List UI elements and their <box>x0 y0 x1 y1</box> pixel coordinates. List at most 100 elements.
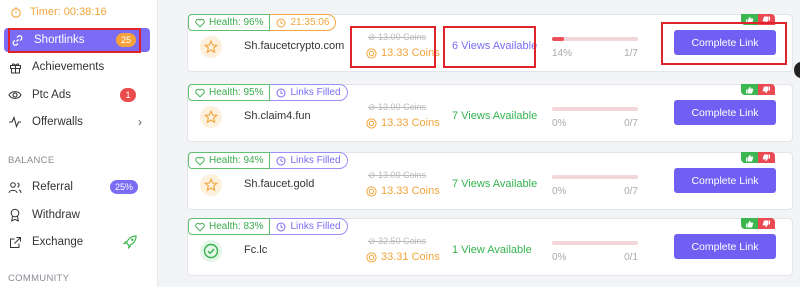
highlight-box-views <box>443 26 536 68</box>
status-tag: Links Filled <box>270 218 348 235</box>
chevron-right-icon: › <box>138 115 142 129</box>
progress-bar <box>552 107 638 111</box>
coins-old-label: 13.00 Coins <box>378 170 427 180</box>
users-icon <box>8 180 22 194</box>
star-icon <box>200 106 222 128</box>
sidebar-item-label: Offerwalls <box>32 116 83 128</box>
progress-fraction: 0/1 <box>624 252 638 263</box>
status-label: Links Filled <box>290 155 341 166</box>
stopwatch-icon <box>10 6 22 18</box>
complete-link-button[interactable]: Complete Link <box>674 168 776 193</box>
sidebar-item-exchange[interactable]: Exchange <box>0 230 158 254</box>
coins-new: 13.33 Coins <box>366 117 440 129</box>
referral-percent-badge: 25% <box>109 180 138 194</box>
activity-icon <box>8 115 22 129</box>
card-tags: Health: 94% Links Filled <box>188 152 348 169</box>
complete-link-button[interactable]: Complete Link <box>674 100 776 125</box>
shortlink-card: Health: 95% Links Filled Sh.claim4.fun ⊘ 13… <box>187 84 793 142</box>
thumbs-down-icon[interactable] <box>758 84 775 95</box>
status-tag: Links Filled <box>270 84 348 101</box>
balance-section-label: BALANCE <box>8 155 55 166</box>
coin-icon <box>366 251 377 263</box>
external-link-icon <box>8 235 22 249</box>
heart-icon <box>195 222 205 232</box>
heart-icon <box>195 156 205 166</box>
health-label: Health: 83% <box>209 221 264 232</box>
progress-fraction: 0/7 <box>624 118 638 129</box>
progress-bar <box>552 241 638 245</box>
health-tag: Health: 95% <box>188 84 271 101</box>
sidebar-item-offerwalls[interactable]: Offerwalls › <box>0 110 158 134</box>
health-label: Health: 95% <box>209 87 264 98</box>
sidebar-item-withdraw[interactable]: Withdraw <box>0 203 158 227</box>
clock-icon <box>276 156 286 166</box>
vote-buttons <box>741 218 775 229</box>
site-name: Sh.claim4.fun <box>244 110 311 122</box>
shortlink-card: Health: 94% Links Filled Sh.faucet.gold ⊘ 1… <box>187 152 793 210</box>
coins-new-label: 33.31 Coins <box>381 251 440 263</box>
progress-fill <box>552 37 565 41</box>
status-label: Links Filled <box>290 87 341 98</box>
eye-icon <box>8 88 22 102</box>
card-tags: Health: 83% Links Filled <box>188 218 348 235</box>
thumbs-down-icon[interactable] <box>758 152 775 163</box>
coins-old: ⊘ 32.50 Coins <box>368 236 427 246</box>
sidebar-item-ptc-ads[interactable]: Ptc Ads 1 <box>0 83 158 107</box>
status-tag: Links Filled <box>270 152 348 169</box>
coins-new-label: 13.33 Coins <box>381 117 440 129</box>
coins-new: 13.33 Coins <box>366 185 440 197</box>
progress-percent: 14% <box>552 48 573 59</box>
coins-new-label: 13.33 Coins <box>381 185 440 197</box>
progress-bar <box>552 175 638 179</box>
views-available: 7 Views Available <box>452 110 538 122</box>
thumbs-up-icon[interactable] <box>741 84 758 95</box>
thumbs-up-icon[interactable] <box>741 218 758 229</box>
coin-icon <box>366 117 377 129</box>
heart-icon <box>195 88 205 98</box>
sidebar-item-label: Referral <box>32 181 73 193</box>
scroll-indicator[interactable] <box>794 62 800 78</box>
check-circle-icon <box>200 240 222 262</box>
timer-label: Timer: 00:38:16 <box>30 6 107 18</box>
card-tags: Health: 96% 21:35:06 <box>188 14 337 31</box>
star-icon <box>200 36 222 58</box>
health-tag: Health: 83% <box>188 218 271 235</box>
highlight-box-coins <box>350 26 436 68</box>
status-label: Links Filled <box>290 221 341 232</box>
progress-percent: 0% <box>552 118 567 129</box>
health-label: Health: 94% <box>209 155 264 166</box>
vote-buttons <box>741 84 775 95</box>
thumbs-down-icon[interactable] <box>758 218 775 229</box>
views-available: 7 Views Available <box>452 178 538 190</box>
card-tags: Health: 95% Links Filled <box>188 84 348 101</box>
complete-link-button[interactable]: Complete Link <box>674 234 776 259</box>
site-name: Sh.faucetcrypto.com <box>244 40 345 52</box>
site-name: Fc.lc <box>244 244 268 256</box>
coins-old-label: 13.00 Coins <box>378 102 427 112</box>
timer: Timer: 00:38:16 <box>0 0 158 24</box>
sidebar-item-label: Withdraw <box>32 209 80 221</box>
vote-buttons <box>741 152 775 163</box>
highlight-box-complete <box>661 22 787 65</box>
sidebar-item-label: Exchange <box>32 236 84 248</box>
clock-icon <box>276 18 286 28</box>
coin-icon <box>366 185 377 197</box>
thumbs-up-icon[interactable] <box>741 152 758 163</box>
community-section-label: COMMUNITY <box>8 273 70 284</box>
shortlink-card: Health: 83% Links Filled Fc.lc ⊘ 32.50 Coin… <box>187 218 793 276</box>
progress-percent: 0% <box>552 186 567 197</box>
award-icon <box>8 208 22 222</box>
clock-icon <box>276 88 286 98</box>
coins-old: ⊘ 13.00 Coins <box>368 170 427 180</box>
highlight-box-shortlinks <box>8 28 141 53</box>
gift-icon <box>8 60 22 74</box>
rocket-icon <box>122 234 138 253</box>
sidebar-item-label: Ptc Ads <box>32 89 71 101</box>
health-tag: Health: 94% <box>188 152 271 169</box>
progress-percent: 0% <box>552 252 567 263</box>
sidebar-item-referral[interactable]: Referral 25% <box>0 175 158 199</box>
progress-fraction: 1/7 <box>624 48 638 59</box>
sidebar-item-achievements[interactable]: Achievements <box>0 55 158 79</box>
heart-icon <box>195 18 205 28</box>
status-label: 21:35:06 <box>290 17 330 28</box>
